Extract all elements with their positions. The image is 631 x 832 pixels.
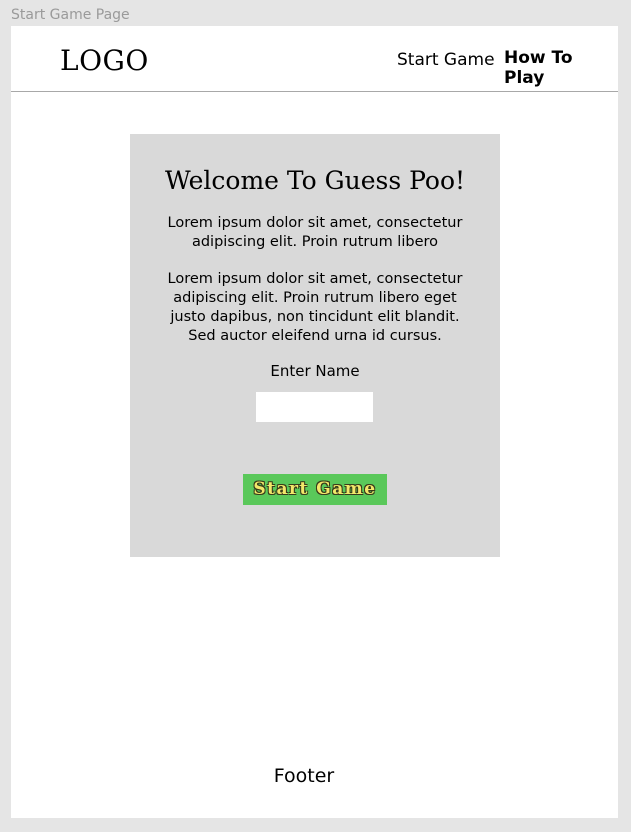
- start-game-button[interactable]: Start Game: [243, 474, 387, 505]
- page-frame: LOGO Start Game How To Play Welcome To G…: [11, 26, 618, 818]
- nav-how-to-play-link[interactable]: How To Play: [504, 48, 618, 88]
- nav-start-game-link[interactable]: Start Game: [397, 50, 495, 70]
- intro-paragraph-1: Lorem ipsum dolor sit amet, consectetur …: [167, 215, 463, 250]
- enter-name-label: Enter Name: [270, 362, 360, 380]
- intro-paragraph-2: Lorem ipsum dolor sit amet, consectetur …: [167, 271, 463, 344]
- footer: Footer: [273, 765, 335, 787]
- frame-label: Start Game Page: [11, 7, 130, 23]
- header: LOGO Start Game How To Play: [11, 26, 618, 92]
- logo[interactable]: LOGO: [60, 44, 149, 78]
- welcome-panel: Welcome To Guess Poo! Lorem ipsum dolor …: [130, 134, 500, 557]
- welcome-title: Welcome To Guess Poo!: [164, 166, 466, 195]
- name-input[interactable]: [256, 392, 373, 422]
